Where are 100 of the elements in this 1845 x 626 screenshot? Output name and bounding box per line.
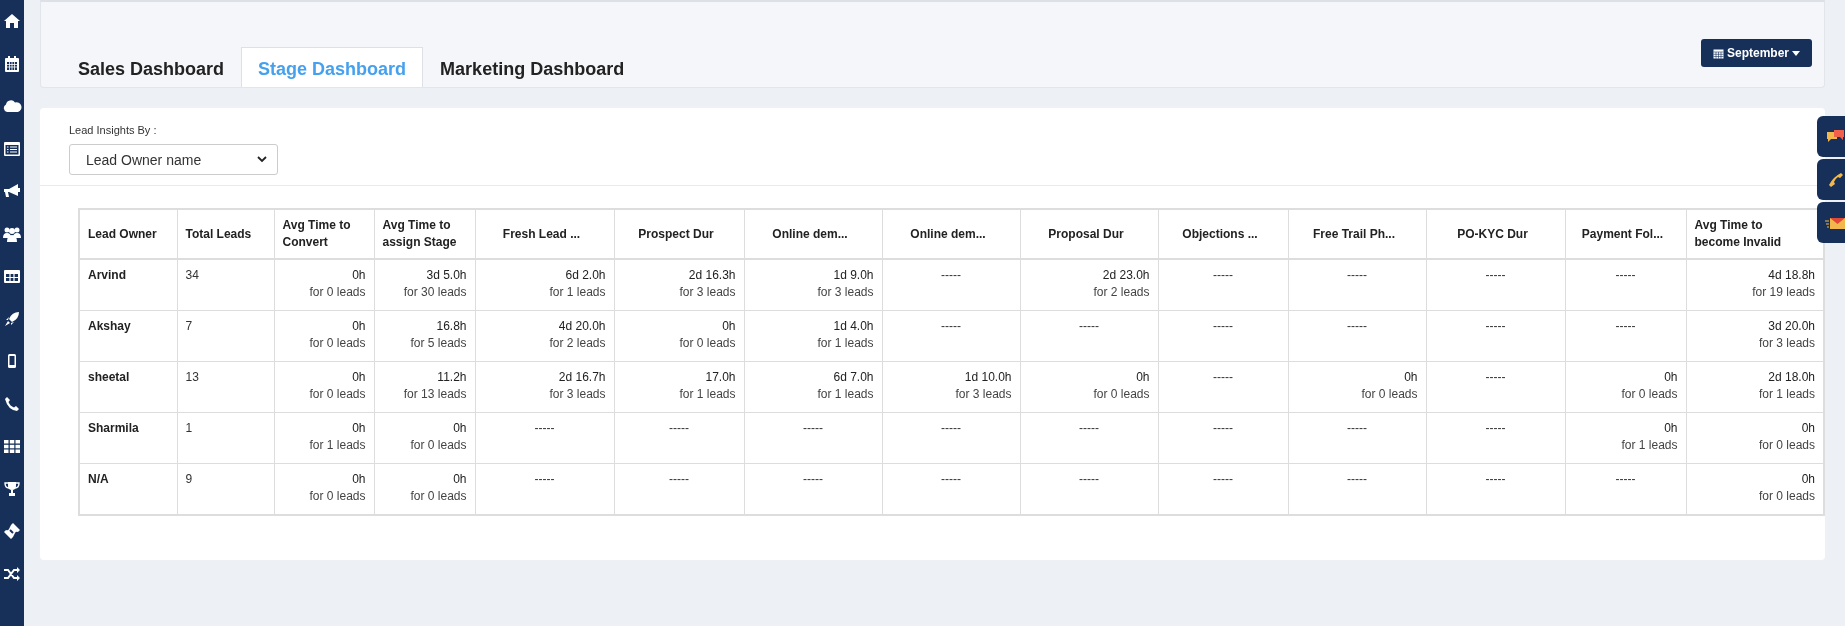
grid-icon[interactable] — [3, 438, 21, 454]
column-header: Prospect Dur — [638, 226, 714, 241]
duration-value: 0h — [351, 420, 366, 437]
column-header: Avg Time to assign Stage — [382, 218, 457, 249]
dashboard-tab[interactable]: Sales Dashboard — [61, 47, 242, 87]
duration-value: 0h — [1800, 471, 1815, 488]
mobile-icon[interactable] — [7, 353, 17, 369]
empty-value: ----- — [1213, 319, 1233, 333]
chevron-down-icon — [257, 156, 267, 163]
empty-value: ----- — [803, 421, 823, 435]
lead-count: for 30 leads — [402, 284, 467, 301]
caret-icon — [1792, 50, 1800, 56]
rocket-icon[interactable] — [4, 310, 20, 327]
duration-value: 16.8h — [435, 318, 467, 335]
cloud-icon[interactable] — [2, 99, 22, 113]
empty-value: ----- — [669, 472, 689, 486]
duration-value: 2d 16.7h — [557, 369, 606, 386]
column-header: PO-KYC Dur — [1457, 226, 1528, 241]
empty-value: ----- — [1615, 319, 1636, 333]
empty-value: ----- — [1347, 319, 1367, 333]
duration-value: 0h — [1663, 420, 1678, 437]
duration-value: 0h — [351, 471, 366, 488]
column-header: Avg Time to Convert — [282, 218, 351, 249]
chat-button[interactable] — [1817, 116, 1845, 157]
empty-value: ----- — [669, 421, 689, 435]
users-icon[interactable] — [2, 225, 22, 242]
list-icon[interactable] — [3, 140, 21, 157]
column-header: Payment Fol... — [1581, 226, 1664, 241]
total-leads: 7 — [185, 319, 193, 333]
owner-name: N/A — [88, 472, 109, 486]
duration-value: 1d 9.0h — [832, 267, 874, 284]
duration-value: 2d 18.0h — [1767, 369, 1815, 386]
megaphone-icon[interactable] — [3, 183, 21, 199]
lead-count: for 3 leads — [954, 386, 1012, 403]
lead-count: for 2 leads — [1092, 284, 1150, 301]
lead-count: for 1 leads — [308, 437, 366, 454]
duration-value: 4d 18.8h — [1767, 267, 1815, 284]
envelope-icon — [1825, 215, 1845, 230]
owner-name: Sharmila — [88, 421, 139, 435]
empty-value: ----- — [1485, 421, 1506, 435]
phone-button[interactable] — [1817, 159, 1845, 200]
empty-value: ----- — [1615, 268, 1636, 282]
empty-value: ----- — [941, 472, 961, 486]
empty-value: ----- — [1485, 472, 1506, 486]
empty-value: ----- — [1213, 472, 1233, 486]
mail-button[interactable] — [1817, 202, 1845, 243]
empty-value: ----- — [1079, 421, 1099, 435]
total-leads: 1 — [185, 421, 193, 435]
home-icon[interactable] — [3, 13, 21, 29]
lead-count: for 3 leads — [1757, 335, 1815, 352]
lead-count: for 0 leads — [1092, 386, 1150, 403]
lead-count: for 1 leads — [816, 335, 874, 352]
shuffle-icon[interactable] — [3, 565, 21, 582]
dashboard-tab[interactable]: Marketing Dashboard — [423, 47, 642, 87]
owner-name: Arvind — [88, 268, 126, 282]
lead-count: for 0 leads — [308, 488, 366, 505]
lead-count: for 3 leads — [816, 284, 874, 301]
duration-value: 0h — [1800, 420, 1815, 437]
duration-value: 0h — [1135, 369, 1150, 386]
ticket-icon[interactable] — [3, 522, 21, 540]
duration-value: 4d 20.0h — [557, 318, 606, 335]
duration-value: 0h — [1663, 369, 1678, 386]
owner-name: Akshay — [88, 319, 131, 333]
column-header: Online dem... — [772, 226, 848, 241]
lead-count: for 19 leads — [1751, 284, 1815, 301]
duration-value: 2d 16.3h — [687, 267, 736, 284]
duration-value: 0h — [452, 471, 467, 488]
duration-value: 6d 2.0h — [564, 267, 606, 284]
column-header: Lead Owner — [88, 226, 157, 241]
phone-icon[interactable] — [4, 395, 20, 412]
column-header: Free Trail Ph... — [1313, 226, 1395, 241]
empty-value: ----- — [941, 319, 961, 333]
filter-label: Lead Insights By : — [69, 124, 158, 136]
duration-value: 17.0h — [704, 369, 736, 386]
calendar-icon — [1712, 47, 1724, 59]
lead-count: for 0 leads — [308, 386, 366, 403]
empty-value: ----- — [1213, 268, 1233, 282]
duration-value: 1d 10.0h — [963, 369, 1012, 386]
duration-value: 6d 7.0h — [832, 369, 874, 386]
lead-count: for 0 leads — [409, 488, 467, 505]
month-dropdown-button[interactable]: September — [1700, 39, 1812, 67]
lead-count: for 13 leads — [402, 386, 467, 403]
phone-icon — [1827, 170, 1845, 189]
duration-value: 3d 5.0h — [425, 267, 467, 284]
lead-count: for 0 leads — [409, 437, 467, 454]
table-icon[interactable] — [3, 268, 21, 284]
lead-count: for 1 leads — [1620, 437, 1678, 454]
column-header: Fresh Lead ... — [502, 226, 581, 241]
total-leads: 9 — [185, 472, 193, 486]
empty-value: ----- — [1485, 370, 1506, 384]
duration-value: 2d 23.0h — [1101, 267, 1150, 284]
lead-count: for 0 leads — [1757, 437, 1815, 454]
duration-value: 3d 20.0h — [1767, 318, 1815, 335]
lead-insights-select[interactable]: Lead Owner name — [69, 144, 278, 175]
column-header: Objections ... — [1182, 226, 1258, 241]
calendar-icon[interactable] — [4, 54, 20, 73]
trophy-icon[interactable] — [3, 480, 21, 497]
lead-count: for 1 leads — [1757, 386, 1815, 403]
empty-value: ----- — [1079, 472, 1099, 486]
empty-value: ----- — [941, 268, 961, 282]
